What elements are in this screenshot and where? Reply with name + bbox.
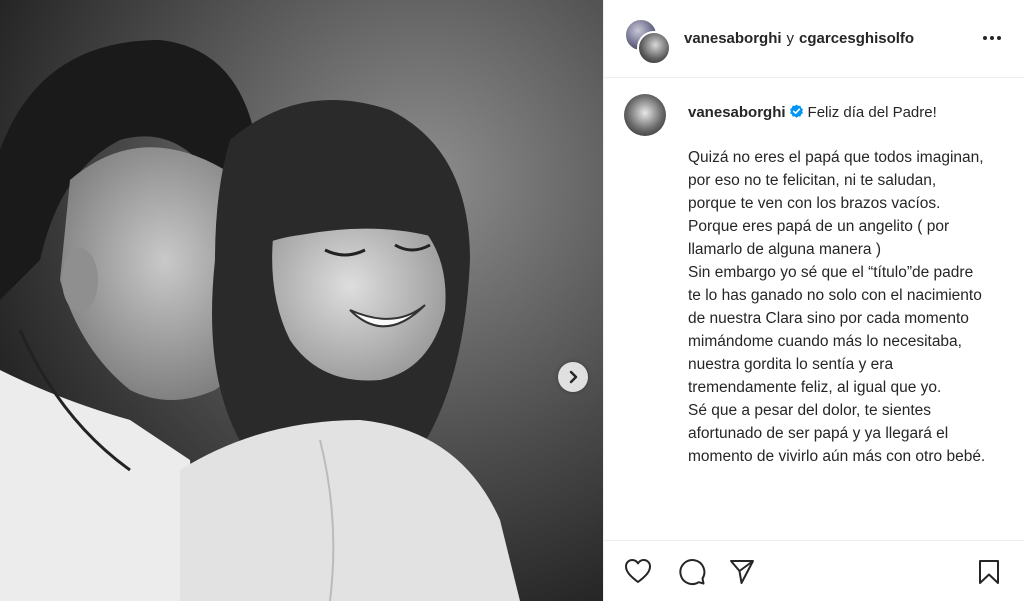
header-username-2[interactable]: cgarcesghisolfo: [799, 30, 914, 47]
verified-badge-icon: [789, 104, 803, 118]
header-separator: y: [786, 30, 795, 47]
caption-username[interactable]: vanesaborghi: [688, 104, 786, 121]
more-options-button[interactable]: [980, 28, 1004, 48]
avatar[interactable]: [624, 94, 666, 136]
share-icon: [730, 560, 754, 584]
collab-avatars[interactable]: [624, 18, 671, 65]
bookmark-icon: [979, 560, 999, 584]
heart-icon: [625, 559, 651, 583]
post-header: vanesaborghi y cgarcesghisolfo: [604, 0, 1024, 78]
like-button[interactable]: [624, 558, 652, 589]
caption-first-line: vanesaborghi Feliz día del Padre!: [688, 104, 937, 121]
comment-icon: [679, 559, 706, 586]
comment-button[interactable]: [678, 558, 706, 591]
share-button[interactable]: [728, 558, 756, 591]
chevron-right-icon: [569, 370, 578, 384]
caption-headline: Feliz día del Padre!: [807, 104, 937, 121]
header-usernames: vanesaborghi y cgarcesghisolfo: [684, 30, 914, 47]
more-options-icon: [983, 36, 987, 40]
post-photo[interactable]: [0, 0, 603, 601]
action-bar: [604, 540, 1024, 602]
save-button[interactable]: [976, 558, 1002, 591]
couple-photo: [0, 0, 603, 601]
post-side-panel: vanesaborghi y cgarcesghisolfo vanesaborgh…: [603, 0, 1024, 601]
caption-body: Quizá no eres el papá que todos imaginan…: [688, 149, 986, 465]
avatar[interactable]: [637, 31, 671, 65]
header-username-1[interactable]: vanesaborghi: [684, 30, 782, 47]
next-photo-button[interactable]: [558, 362, 588, 392]
